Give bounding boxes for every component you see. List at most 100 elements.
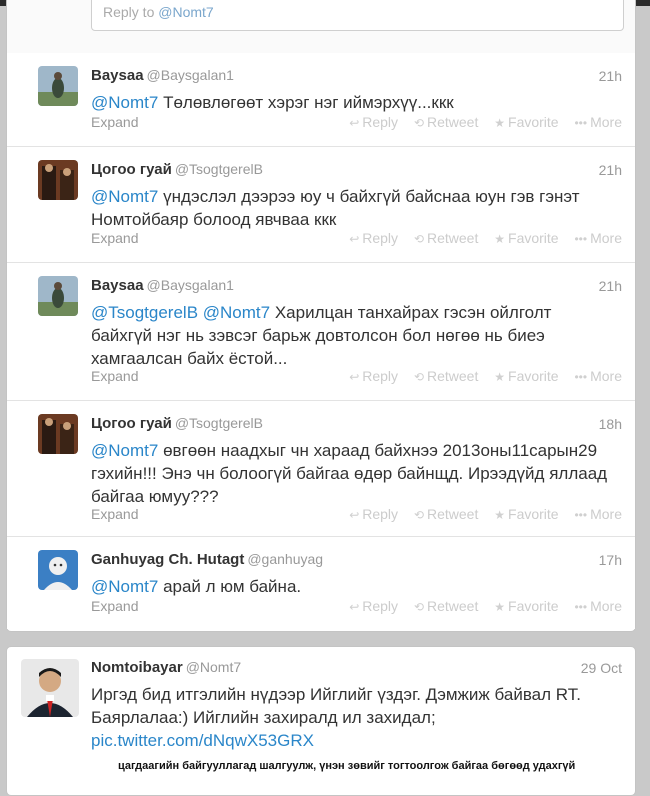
tweet-mention[interactable]: @Nomt7 (91, 93, 158, 112)
more-icon: ••• (574, 370, 588, 384)
tweet-timestamp[interactable]: 18h (599, 416, 622, 432)
more-action[interactable]: ••• More (574, 230, 622, 246)
tweet-author-name[interactable]: Цогоо гуай (91, 161, 172, 178)
tweet-timestamp[interactable]: 21h (599, 68, 622, 84)
tweet-item[interactable]: Цогоо гуай @TsogtgerelB 21h @Nomt7 үндэсл… (7, 147, 635, 263)
tweet-text: @Nomt7 арай л юм байна. (91, 575, 611, 598)
conversation-thread: Reply to @Nomt7 Baysaa @Baysgalan1 21h @N… (6, 0, 636, 632)
more-icon: ••• (574, 232, 588, 246)
avatar[interactable] (38, 414, 78, 454)
tweet-actions: ↩ Reply ⟲ Retweet ★ Favorite ••• More (337, 506, 622, 522)
tweet-author-handle[interactable]: @Nomt7 (186, 659, 241, 675)
tweet-actions: ↩ Reply ⟲ Retweet ★ Favorite ••• More (337, 368, 622, 384)
avatar[interactable] (21, 659, 79, 717)
tweet-body: Төлөвлөгөөт хэрэг нэг иймэрхүү...ккк (163, 93, 454, 112)
retweet-icon: ⟲ (413, 232, 424, 246)
more-action[interactable]: ••• More (574, 506, 622, 522)
tweet-timestamp[interactable]: 17h (599, 552, 622, 568)
reply-mention: @Nomt7 (158, 4, 214, 20)
expand-link[interactable]: Expand (91, 368, 138, 384)
more-action[interactable]: ••• More (574, 114, 622, 130)
star-icon: ★ (494, 600, 506, 614)
tweet-mention[interactable]: @Nomt7 (91, 187, 158, 206)
tweet-mention[interactable]: @TsogtgerelB @Nomt7 (91, 303, 270, 322)
tweet-actions: ↩ Reply ⟲ Retweet ★ Favorite ••• More (337, 114, 622, 130)
reply-input[interactable]: Reply to @Nomt7 (91, 0, 624, 31)
tweet-timestamp[interactable]: 29 Oct (581, 660, 622, 676)
reply-action[interactable]: ↩ Reply (349, 368, 398, 384)
tweet-author-name[interactable]: Ganhuyag Ch. Hutagt (91, 551, 244, 568)
expand-link[interactable]: Expand (91, 114, 138, 130)
original-tweet[interactable]: Nomtoibayar @Nomt7 29 Oct Иргэд бид итгэл… (6, 646, 636, 796)
retweet-action[interactable]: ⟲ Retweet (414, 114, 478, 130)
more-action[interactable]: ••• More (574, 598, 622, 614)
tweet-item[interactable]: Цогоо гуай @TsogtgerelB 18h @Nomt7 өвгөөн… (7, 401, 635, 537)
reply-icon: ↩ (349, 232, 360, 246)
expand-link[interactable]: Expand (91, 506, 138, 522)
more-action[interactable]: ••• More (574, 368, 622, 384)
tweet-body: арай л юм байна. (163, 577, 302, 596)
tweet-actions: ↩ Reply ⟲ Retweet ★ Favorite ••• More (337, 230, 622, 246)
tweet-author-handle[interactable]: @Baysgalan1 (147, 67, 234, 83)
tweet-text: @Nomt7 өвгөөн наадхыг чн хараад байхнээ … (91, 439, 611, 508)
reply-prefix: Reply to (103, 4, 155, 20)
star-icon: ★ (494, 508, 506, 522)
retweet-action[interactable]: ⟲ Retweet (414, 506, 478, 522)
tweet-author-handle[interactable]: @TsogtgerelB (175, 161, 263, 177)
tweet-text: Иргэд бид итгэлийн нүдээр Ийглийг үздэг.… (91, 683, 601, 752)
reply-action[interactable]: ↩ Reply (349, 598, 398, 614)
tweet-mention[interactable]: @Nomt7 (91, 577, 158, 596)
more-icon: ••• (574, 508, 588, 522)
tweet-body: өвгөөн наадхыг чн хараад байхнээ 2013оны… (91, 441, 608, 506)
tweet-body: Иргэд бид итгэлийн нүдээр Ийглийг үздэг.… (91, 685, 581, 727)
star-icon: ★ (494, 116, 506, 130)
tweet-author-name[interactable]: Baysaa (91, 277, 144, 294)
retweet-icon: ⟲ (413, 600, 424, 614)
retweet-action[interactable]: ⟲ Retweet (414, 230, 478, 246)
reply-icon: ↩ (349, 508, 360, 522)
expand-link[interactable]: Expand (91, 598, 138, 614)
tweet-body: үндэслэл дээрээ юу ч байхгүй байснаа юун… (91, 187, 580, 229)
expand-link[interactable]: Expand (91, 230, 138, 246)
reply-icon: ↩ (349, 600, 360, 614)
retweet-icon: ⟲ (413, 508, 424, 522)
favorite-action[interactable]: ★ Favorite (494, 368, 558, 384)
reply-action[interactable]: ↩ Reply (349, 114, 398, 130)
avatar[interactable] (38, 66, 78, 106)
favorite-action[interactable]: ★ Favorite (494, 506, 558, 522)
avatar[interactable] (38, 276, 78, 316)
tweet-author-name[interactable]: Nomtoibayar (91, 659, 183, 676)
tweet-photo-link[interactable]: pic.twitter.com/dNqwX53GRX (91, 731, 314, 750)
reply-icon: ↩ (349, 116, 360, 130)
avatar[interactable] (38, 550, 78, 590)
tweet-timestamp[interactable]: 21h (599, 278, 622, 294)
tweet-author-name[interactable]: Цогоо гуай (91, 415, 172, 432)
reply-action[interactable]: ↩ Reply (349, 230, 398, 246)
reply-icon: ↩ (349, 370, 360, 384)
tweet-mention[interactable]: @Nomt7 (91, 441, 158, 460)
reply-area: Reply to @Nomt7 (7, 0, 635, 54)
tweet-actions: ↩ Reply ⟲ Retweet ★ Favorite ••• More (337, 598, 622, 614)
favorite-action[interactable]: ★ Favorite (494, 230, 558, 246)
favorite-action[interactable]: ★ Favorite (494, 598, 558, 614)
retweet-action[interactable]: ⟲ Retweet (414, 598, 478, 614)
retweet-icon: ⟲ (413, 116, 424, 130)
favorite-action[interactable]: ★ Favorite (494, 114, 558, 130)
reply-action[interactable]: ↩ Reply (349, 506, 398, 522)
tweet-text: @TsogtgerelB @Nomt7 Харилцан танхайрах г… (91, 301, 611, 370)
retweet-action[interactable]: ⟲ Retweet (414, 368, 478, 384)
tweet-author-name[interactable]: Baysaa (91, 67, 144, 84)
star-icon: ★ (494, 232, 506, 246)
image-caption-text: цагдаагийн байгууллагад шалгуулж, үнэн з… (118, 760, 576, 772)
tweet-author-handle[interactable]: @TsogtgerelB (175, 415, 263, 431)
tweet-timestamp[interactable]: 21h (599, 162, 622, 178)
star-icon: ★ (494, 370, 506, 384)
avatar[interactable] (38, 160, 78, 200)
more-icon: ••• (574, 116, 588, 130)
tweet-item[interactable]: Baysaa @Baysgalan1 21h @TsogtgerelB @Nomt… (7, 263, 635, 401)
more-icon: ••• (574, 600, 588, 614)
tweet-item[interactable]: Ganhuyag Ch. Hutagt @ganhuyag 17h @Nomt7 … (7, 537, 635, 629)
tweet-author-handle[interactable]: @Baysgalan1 (147, 277, 234, 293)
tweet-item[interactable]: Baysaa @Baysgalan1 21h @Nomt7 Төлөвлөгөөт… (7, 53, 635, 147)
tweet-author-handle[interactable]: @ganhuyag (247, 551, 323, 567)
